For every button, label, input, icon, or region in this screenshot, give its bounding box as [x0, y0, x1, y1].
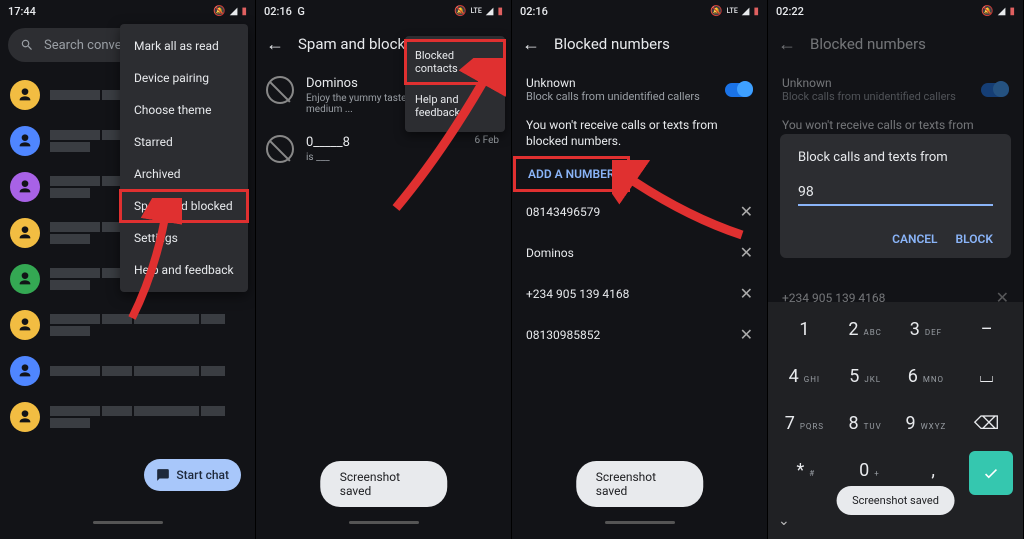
avatar — [10, 356, 40, 386]
avatar — [10, 310, 40, 340]
blocked-number-row: 08143496579✕ — [512, 191, 767, 232]
toggle-switch — [981, 83, 1009, 97]
blocked-number-row: 08130985852✕ — [512, 314, 767, 355]
chat-icon — [156, 468, 170, 482]
start-chat-button[interactable]: Start chat — [144, 459, 241, 491]
avatar — [10, 402, 40, 432]
unknown-label: Unknown — [782, 76, 956, 90]
clock: 02:22 — [776, 5, 804, 18]
back-icon[interactable]: ← — [522, 34, 540, 55]
unknown-callers-row[interactable]: Unknown Block calls from unidentified ca… — [512, 66, 767, 113]
keypad-key[interactable]: ⌫ — [956, 400, 1017, 447]
block-icon — [266, 135, 294, 163]
keypad-key[interactable]: – — [956, 306, 1017, 353]
panel-messages: 17:44 🔕◢▮ Search conversati Mark all as … — [0, 0, 256, 539]
status-icons: 🔕◢▮ — [981, 6, 1015, 17]
page-title: Blocked numbers — [554, 35, 670, 53]
collapse-keypad-icon[interactable]: ⌄ — [778, 513, 790, 529]
status-icons: 🔕LTE◢▮ — [454, 6, 503, 17]
status-bar: 02:16 🔕LTE◢▮ — [512, 0, 767, 22]
keypad-key[interactable]: 9WXYZ — [896, 400, 957, 447]
page-title: Spam and blocked — [298, 35, 421, 53]
toast: Screenshot saved — [320, 461, 448, 507]
unknown-label: Unknown — [526, 76, 700, 90]
phone-input[interactable] — [798, 184, 993, 206]
unknown-callers-row: Unknown Block calls from unidentified ca… — [768, 66, 1023, 113]
dialog-title: Block calls and texts from — [798, 150, 993, 165]
menu-item[interactable]: Device pairing — [120, 62, 248, 94]
overflow-menu: Blocked contactsHelp and feedback — [405, 36, 505, 132]
back-icon: ← — [778, 34, 796, 55]
status-bar: 02:16 G 🔕LTE◢▮ — [256, 0, 511, 22]
blocked-number-row: Dominos✕ — [512, 232, 767, 273]
clock: 17:44 — [8, 5, 36, 18]
avatar — [10, 264, 40, 294]
toggle-switch[interactable] — [725, 83, 753, 97]
remove-icon[interactable]: ✕ — [740, 243, 753, 262]
conversation-row[interactable] — [0, 394, 255, 440]
menu-item[interactable]: Blocked contacts — [405, 40, 505, 84]
nav-bar — [256, 521, 511, 539]
unknown-sub: Block calls from unidentified callers — [526, 90, 700, 103]
keypad-key[interactable]: 3DEF — [896, 306, 957, 353]
block-icon — [266, 76, 294, 104]
conversation-row[interactable] — [0, 302, 255, 348]
start-chat-label: Start chat — [176, 468, 229, 482]
conversation-row[interactable] — [0, 348, 255, 394]
add-number-button[interactable]: ADD A NUMBER — [514, 157, 629, 191]
menu-item[interactable]: Mark all as read — [120, 30, 248, 62]
block-dialog: Block calls and texts from CANCEL BLOCK — [780, 134, 1011, 258]
remove-icon[interactable]: ✕ — [740, 325, 753, 344]
panel-blocked-numbers: 02:16 🔕LTE◢▮ ← Blocked numbers Unknown B… — [512, 0, 768, 539]
keypad-key[interactable]: 2ABC — [835, 306, 896, 353]
block-note: You won't receive calls or texts from bl… — [512, 113, 767, 157]
menu-item[interactable]: Help and feedback — [120, 254, 248, 286]
search-icon — [20, 38, 34, 52]
keypad-key[interactable]: ⌴ — [956, 353, 1017, 400]
menu-item[interactable]: Settings — [120, 222, 248, 254]
blocked-number-row: +234 905 139 4168✕ — [512, 273, 767, 314]
avatar — [10, 126, 40, 156]
keypad-key[interactable]: 5JKL — [835, 353, 896, 400]
status-bar: 17:44 🔕◢▮ — [0, 0, 255, 22]
clock: 02:16 — [520, 5, 548, 18]
nav-bar — [0, 521, 255, 539]
avatar — [10, 80, 40, 110]
toast: Screenshot saved — [576, 461, 704, 507]
page-title: Blocked numbers — [810, 35, 926, 53]
nav-bar — [512, 521, 767, 539]
remove-icon[interactable]: ✕ — [740, 202, 753, 221]
menu-item[interactable]: Choose theme — [120, 94, 248, 126]
unknown-sub: Block calls from unidentified callers — [782, 90, 956, 103]
panel-add-number-dialog: 02:22 🔕◢▮ ← Blocked numbers Unknown Bloc… — [768, 0, 1024, 539]
keypad-key[interactable]: *# — [774, 447, 838, 499]
avatar — [10, 218, 40, 248]
app-bar: ← Blocked numbers — [512, 22, 767, 66]
menu-item[interactable]: Archived — [120, 158, 248, 190]
blocked-row[interactable]: 0_____8is ___6 Feb — [256, 125, 511, 173]
menu-item[interactable]: Starred — [120, 126, 248, 158]
back-icon[interactable]: ← — [266, 34, 284, 55]
status-icons: 🔕◢▮ — [213, 6, 247, 17]
keypad-key[interactable]: 7PQRS — [774, 400, 835, 447]
keypad-key[interactable]: 8TUV — [835, 400, 896, 447]
cancel-button[interactable]: CANCEL — [892, 232, 937, 246]
done-key[interactable] — [969, 451, 1013, 495]
avatar — [10, 172, 40, 202]
keypad-key[interactable]: 4GHI — [774, 353, 835, 400]
menu-item[interactable]: Help and feedback — [405, 84, 505, 128]
keypad-key[interactable]: 6MNO — [896, 353, 957, 400]
numeric-keypad: 12ABC3DEF– 4GHI5JKL6MNO⌴ 7PQRS8TUV9WXYZ⌫ *#… — [768, 302, 1023, 539]
toast: Screenshot saved — [836, 486, 955, 515]
block-button[interactable]: BLOCK — [956, 232, 993, 246]
app-bar: ← Blocked numbers — [768, 22, 1023, 66]
panel-spam-blocked: 02:16 G 🔕LTE◢▮ ← Spam and blocked Domino… — [256, 0, 512, 539]
remove-icon[interactable]: ✕ — [740, 284, 753, 303]
clock: 02:16 — [264, 5, 292, 18]
status-bar: 02:22 🔕◢▮ — [768, 0, 1023, 22]
keypad-key[interactable]: 1 — [774, 306, 835, 353]
status-icons: 🔕LTE◢▮ — [710, 6, 759, 17]
menu-item[interactable]: Spam and blocked — [120, 190, 248, 222]
overflow-menu: Mark all as readDevice pairingChoose the… — [120, 24, 248, 292]
